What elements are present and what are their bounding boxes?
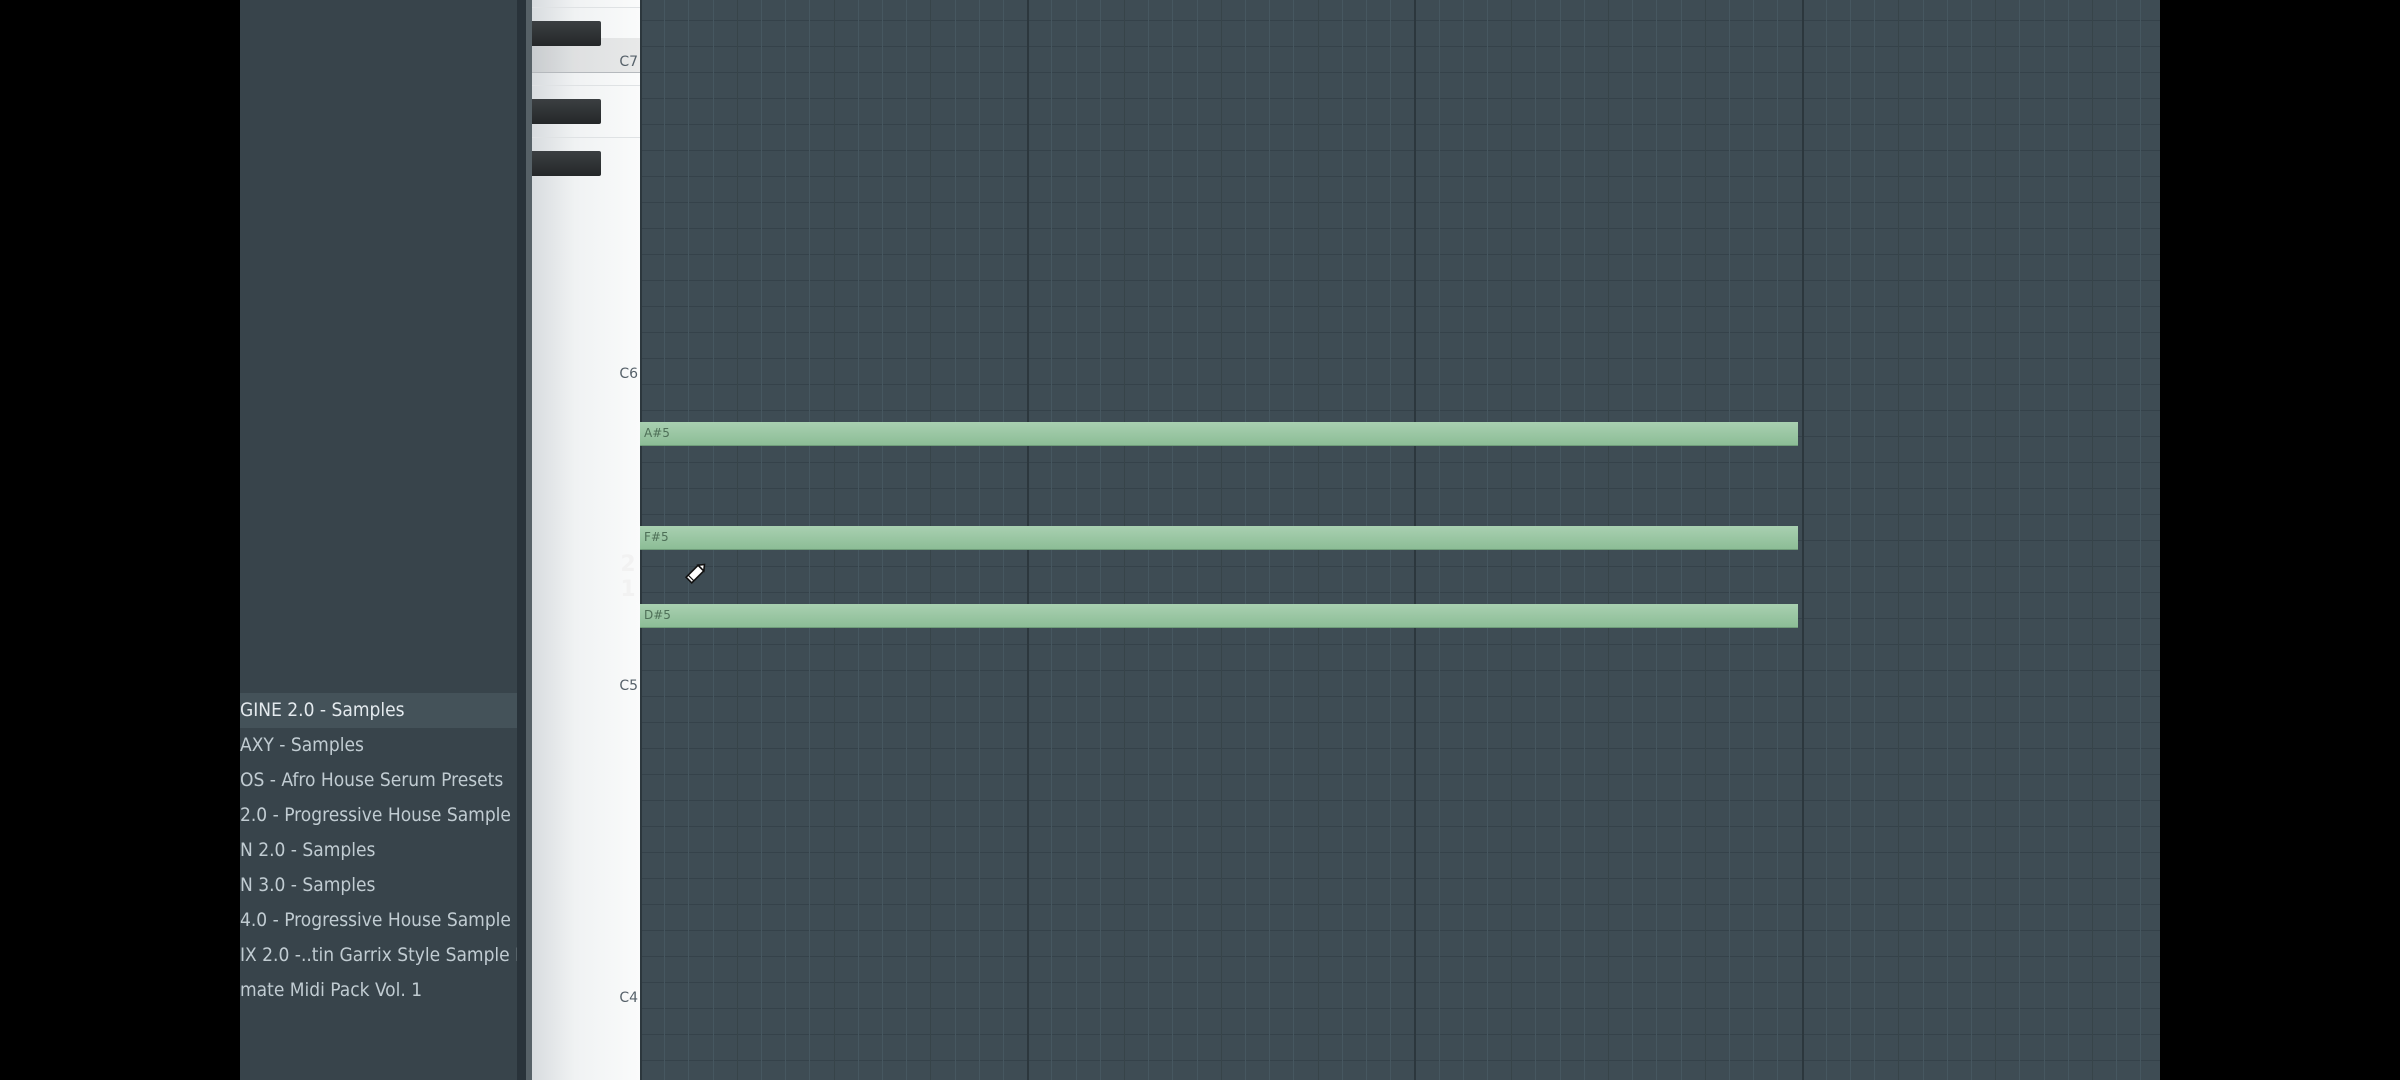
- step-line: [1826, 0, 1827, 1080]
- octave-label-c7: C7: [619, 54, 638, 70]
- grid-row-line: [640, 150, 2160, 151]
- grid-row-line: [640, 462, 2160, 463]
- browser-item[interactable]: 2.0 - Progressive House Sample Pack: [240, 798, 517, 833]
- grid-row-line: [640, 930, 2160, 931]
- step-line: [2140, 0, 2141, 1080]
- step-line: [1874, 0, 1875, 1080]
- step-line: [1971, 0, 1972, 1080]
- pencil-icon: [683, 560, 709, 586]
- grid-row-line: [640, 72, 2160, 73]
- white-key-divider: [532, 137, 640, 138]
- browser-item[interactable]: 4.0 - Progressive House Sample Pack: [240, 903, 517, 938]
- layer-number: 1: [620, 577, 636, 602]
- step-line: [2116, 0, 2117, 1080]
- grid-row-line: [640, 670, 2160, 671]
- beat-line: [2092, 0, 2093, 1080]
- layer-numbers: 2 1: [618, 552, 638, 602]
- note-a-sharp-5[interactable]: A#5: [640, 422, 1798, 446]
- browser-resize-handle[interactable]: [517, 0, 526, 1080]
- octave-label-c4: C4: [619, 990, 638, 1006]
- step-line: [1947, 0, 1948, 1080]
- bar-line: [1802, 0, 1804, 1080]
- note-d-sharp-5[interactable]: D#5: [640, 604, 1798, 628]
- grid-row-line: [640, 852, 2160, 853]
- layer-number: 2: [620, 552, 636, 577]
- grid-row-line: [640, 878, 2160, 879]
- grid-row-line: [640, 514, 2160, 515]
- grid-row-line: [640, 774, 2160, 775]
- note-label: F#5: [644, 530, 669, 544]
- grid-row-line: [640, 384, 2160, 385]
- step-line: [1850, 0, 1851, 1080]
- grid-row-line: [640, 228, 2160, 229]
- grid-row-line: [640, 410, 2160, 411]
- grid-row-line: [640, 176, 2160, 177]
- grid-row-line: [640, 46, 2160, 47]
- grid-row-line: [640, 98, 2160, 99]
- browser-list: GINE 2.0 - Samples AXY - Samples OS - Af…: [240, 693, 517, 1008]
- note-f-sharp-5[interactable]: F#5: [640, 526, 1798, 550]
- note-label: A#5: [644, 426, 670, 440]
- white-key-divider: [532, 7, 640, 8]
- step-line: [2044, 0, 2045, 1080]
- note-label: D#5: [644, 608, 671, 622]
- step-line: [1923, 0, 1924, 1080]
- grid-row-line: [640, 748, 2160, 749]
- browser-item[interactable]: N 2.0 - Samples: [240, 833, 517, 868]
- grid-row-line: [640, 280, 2160, 281]
- black-key[interactable]: [532, 99, 601, 124]
- fl-studio-window: GINE 2.0 - Samples AXY - Samples OS - Af…: [240, 0, 2160, 1080]
- grid-row-line: [640, 800, 2160, 801]
- grid-row-line: [640, 904, 2160, 905]
- grid-row-line: [640, 358, 2160, 359]
- grid-row-line: [640, 20, 2160, 21]
- grid-row-line: [640, 488, 2160, 489]
- grid-row-line: [640, 1008, 2160, 1009]
- grid-row-line: [640, 592, 2160, 593]
- browser-item[interactable]: GINE 2.0 - Samples: [240, 693, 517, 728]
- grid-row-line: [640, 202, 2160, 203]
- grid-row-line: [640, 982, 2160, 983]
- browser-item[interactable]: IX 2.0 -..tin Garrix Style Sample Pack: [240, 938, 517, 973]
- grid-row-line: [640, 1060, 2160, 1061]
- browser-item[interactable]: OS - Afro House Serum Presets: [240, 763, 517, 798]
- white-key-divider: [532, 85, 640, 86]
- octave-label-c6: C6: [619, 366, 638, 382]
- step-line: [2019, 0, 2020, 1080]
- black-key[interactable]: [532, 151, 601, 176]
- beat-line: [1898, 0, 1899, 1080]
- step-line: [2068, 0, 2069, 1080]
- black-key[interactable]: [532, 21, 601, 46]
- browser-item[interactable]: AXY - Samples: [240, 728, 517, 763]
- browser-item[interactable]: mate Midi Pack Vol. 1: [240, 973, 517, 1008]
- grid-row-line: [640, 566, 2160, 567]
- grid-row-line: [640, 332, 2160, 333]
- beat-line: [1995, 0, 1996, 1080]
- grid-row-line: [640, 826, 2160, 827]
- grid-row-line: [640, 1034, 2160, 1035]
- grid-row-line: [640, 254, 2160, 255]
- grid-row-line: [640, 124, 2160, 125]
- piano-keyboard[interactable]: C7 C6 C5 C4: [532, 0, 640, 1080]
- grid-row-line: [640, 956, 2160, 957]
- grid-row-line: [640, 306, 2160, 307]
- grid-row-line: [640, 644, 2160, 645]
- piano-roll-grid[interactable]: A#5 F#5 D#5: [640, 0, 2160, 1080]
- browser-item[interactable]: N 3.0 - Samples: [240, 868, 517, 903]
- grid-row-line: [640, 696, 2160, 697]
- browser-panel: GINE 2.0 - Samples AXY - Samples OS - Af…: [240, 0, 517, 1080]
- octave-label-c5: C5: [619, 678, 638, 694]
- grid-row-line: [640, 722, 2160, 723]
